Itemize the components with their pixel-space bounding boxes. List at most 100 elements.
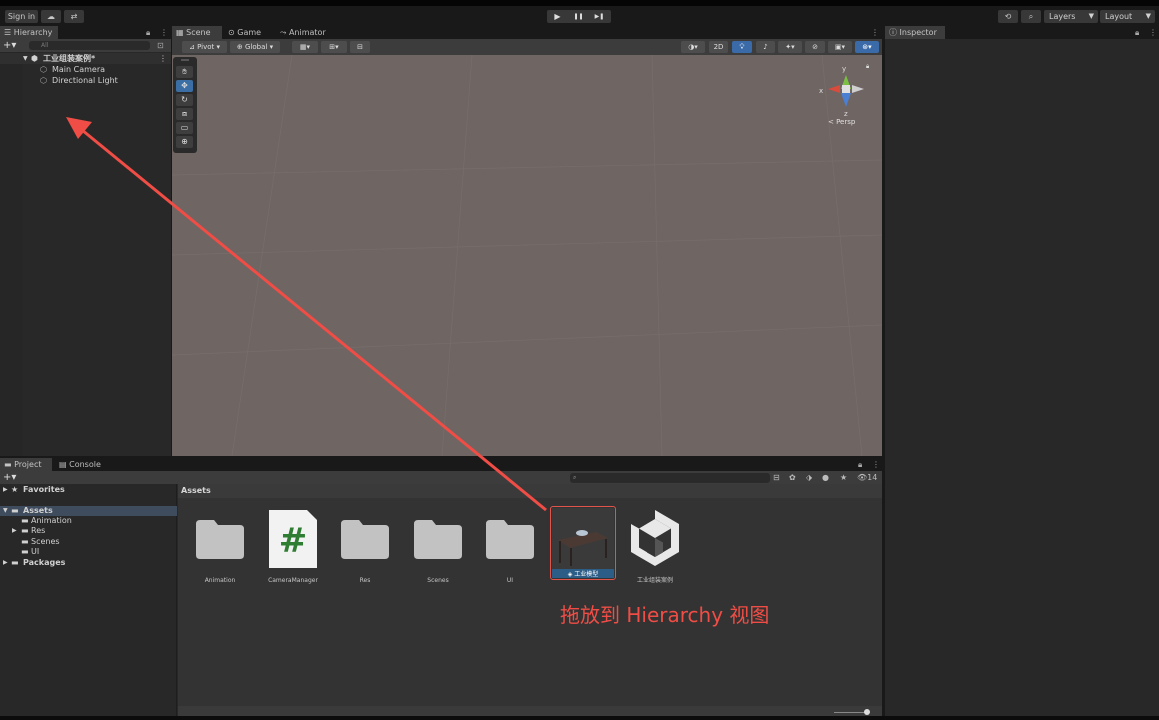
hierarchy-gutter xyxy=(0,52,22,456)
kebab-menu-icon[interactable]: ⋮ xyxy=(160,26,168,39)
tree-item-assets[interactable]: ▼ ▬ Assets xyxy=(0,506,177,516)
hierarchy-tabstrip: ☰ Hierarchy 🔒︎ ⋮ xyxy=(0,26,171,39)
size-slider-thumb[interactable] xyxy=(864,709,870,715)
tab-hierarchy[interactable]: ☰ Hierarchy xyxy=(0,26,58,39)
transform-tool-icon[interactable]: ⊕ xyxy=(176,136,193,148)
drag-handle[interactable] xyxy=(181,59,189,61)
shading-mode-dropdown[interactable]: ◑▾ xyxy=(681,41,705,53)
search-icon[interactable]: ⌕ xyxy=(1021,10,1041,23)
lighting-toggle-icon[interactable]: 💡︎ xyxy=(732,41,752,53)
hierarchy-item-main-camera[interactable]: ⬡ Main Camera xyxy=(0,64,171,75)
gizmos-dropdown[interactable]: ⊛▾ xyxy=(855,41,879,53)
tab-scene[interactable]: ▦ Scene xyxy=(172,26,222,39)
scene-row[interactable]: ▼ ⬢ 工业组装案例* ⋮ xyxy=(0,53,171,64)
scene-name: 工业组装案例* xyxy=(43,54,96,63)
grid-lines xyxy=(172,55,882,456)
lock-icon[interactable]: 🔒︎ xyxy=(858,458,862,471)
global-label: Global xyxy=(245,43,268,51)
tree-item-ui[interactable]: ▬ UI xyxy=(0,547,177,557)
project-search-input[interactable]: ⌕ xyxy=(570,473,770,483)
asset-script-cameramanager[interactable]: # CameraManager xyxy=(262,508,324,584)
scale-tool-icon[interactable]: ⧈ xyxy=(176,108,193,120)
history-icon[interactable]: ⟲ xyxy=(998,10,1018,23)
tree-label: Animation xyxy=(31,516,72,525)
snap-increment-dropdown[interactable]: ⊞▾ xyxy=(321,41,347,53)
audio-toggle-icon[interactable]: ♪ xyxy=(756,41,775,53)
2d-toggle[interactable]: 2D xyxy=(709,41,728,53)
camera-dropdown[interactable]: ▣▾ xyxy=(828,41,852,53)
tree-item-animation[interactable]: ▬ Animation xyxy=(0,516,177,526)
pause-button[interactable]: ❚❚ xyxy=(568,10,589,23)
rotate-tool-icon[interactable]: ↻ xyxy=(176,94,193,106)
expand-arrow-icon[interactable]: ▼ xyxy=(23,53,28,64)
tab-animator-label: Animator xyxy=(288,28,326,37)
persp-label[interactable]: < Persp xyxy=(828,118,855,126)
gizmo-lock-icon[interactable]: 🔒︎ xyxy=(866,63,869,71)
effects-dropdown[interactable]: ✦▾ xyxy=(778,41,802,53)
scene-menu-icon[interactable]: ⋮ xyxy=(159,53,167,64)
tree-item-scenes[interactable]: ▬ Scenes xyxy=(0,537,177,547)
expand-arrow-icon[interactable]: ▶ xyxy=(3,558,8,568)
global-dropdown[interactable]: ⊕ Global ▾ xyxy=(230,41,280,53)
pivot-icon: ⊿ xyxy=(188,43,195,51)
step-button[interactable]: ▶❚ xyxy=(589,10,610,23)
hand-tool-icon[interactable]: ✋︎ xyxy=(176,66,193,78)
kebab-menu-icon[interactable]: ⋮ xyxy=(871,26,879,39)
grid-snap-dropdown[interactable]: ▦▾ xyxy=(292,41,318,53)
tree-item-packages[interactable]: ▶ ▬ Packages xyxy=(0,558,177,568)
gizmo-y-label: y xyxy=(842,65,846,73)
tree-label: Favorites xyxy=(23,485,65,494)
tab-game[interactable]: ⊙ Game xyxy=(224,26,276,39)
expand-arrow-icon[interactable]: ▼ xyxy=(3,506,8,516)
scene-viewport[interactable]: ✋︎ ✥ ↻ ⧈ ▭ ⊕ y x z 🔒︎ < Persp xyxy=(172,55,882,456)
cloud-icon[interactable]: ☁ xyxy=(41,10,61,23)
asset-folder-animation[interactable]: Animation xyxy=(189,508,251,584)
lock-icon[interactable]: 🔒︎ xyxy=(146,26,150,39)
rect-tool-icon[interactable]: ▭ xyxy=(176,122,193,134)
asset-label: CameraManager xyxy=(268,577,318,584)
hidden-packages-toggle[interactable]: 👁︎14 xyxy=(857,471,877,484)
layers-label: Layers xyxy=(1049,12,1076,21)
layout-dropdown[interactable]: Layout ▼ xyxy=(1100,10,1155,23)
tree-item-favorites[interactable]: ▶ ★ Favorites xyxy=(0,485,177,495)
move-tool-icon[interactable]: ✥ xyxy=(176,80,193,92)
search-by-type-icon[interactable]: ⊟ xyxy=(773,471,780,484)
size-slider-track[interactable] xyxy=(834,712,867,713)
label-icon[interactable]: ⬗ xyxy=(806,471,812,484)
tab-project[interactable]: ▬ Project xyxy=(0,458,52,471)
layers-dropdown[interactable]: Layers ▼ xyxy=(1044,10,1098,23)
hidden-objects-icon[interactable]: ⊘ xyxy=(805,41,825,53)
tree-item-res[interactable]: ▶ ▬ Res xyxy=(0,526,177,536)
add-icon[interactable]: +▾ xyxy=(3,39,16,52)
tab-console[interactable]: ▤ Console xyxy=(55,458,105,471)
asset-folder-scenes[interactable]: Scenes xyxy=(407,508,469,584)
favorite-star-icon[interactable]: ★ xyxy=(840,471,847,484)
breadcrumb[interactable]: Assets xyxy=(178,484,882,498)
hierarchy-search-input[interactable]: All xyxy=(29,41,150,50)
play-button[interactable]: ▶ xyxy=(547,10,568,23)
search-options-icon[interactable]: ⊡ xyxy=(157,39,164,52)
asset-scene-industrial-assembly[interactable]: 工业组装案例 xyxy=(624,508,686,584)
scene-toolbar: ⊿ Pivot ▾ ⊕ Global ▾ ▦▾ ⊞▾ ⊟ ◑▾ 2D 💡︎ ♪ … xyxy=(172,39,882,55)
tab-inspector[interactable]: ⓘ Inspector xyxy=(885,26,945,39)
kebab-menu-icon[interactable]: ⋮ xyxy=(1149,26,1157,39)
asset-folder-res[interactable]: Res xyxy=(334,508,396,584)
expand-arrow-icon[interactable]: ▶ xyxy=(12,526,17,536)
lock-icon[interactable]: 🔒︎ xyxy=(1135,26,1139,39)
list-icon: ☰ xyxy=(4,28,12,37)
add-icon[interactable]: +▾ xyxy=(3,471,16,484)
filter-icon[interactable]: ✿ xyxy=(789,471,796,484)
tab-game-label: Game xyxy=(237,28,262,37)
kebab-menu-icon[interactable]: ⋮ xyxy=(872,458,880,471)
asset-folder-ui[interactable]: UI xyxy=(479,508,541,584)
warning-icon[interactable]: ● xyxy=(822,471,829,484)
tab-animator[interactable]: ⤳ Animator xyxy=(276,26,336,39)
pivot-dropdown[interactable]: ⊿ Pivot ▾ xyxy=(182,41,227,53)
hierarchy-item-directional-light[interactable]: ⬡ Directional Light xyxy=(0,75,171,86)
incremental-snap-toggle[interactable]: ⊟ xyxy=(350,41,370,53)
sign-in-button[interactable]: Sign in xyxy=(5,10,38,23)
item-label: Main Camera xyxy=(52,65,106,74)
expand-arrow-icon[interactable]: ▶ xyxy=(3,485,8,495)
collab-icon[interactable]: ⇄ xyxy=(64,10,84,23)
asset-model-industrial[interactable]: ◈ 工业模型 xyxy=(550,506,616,580)
